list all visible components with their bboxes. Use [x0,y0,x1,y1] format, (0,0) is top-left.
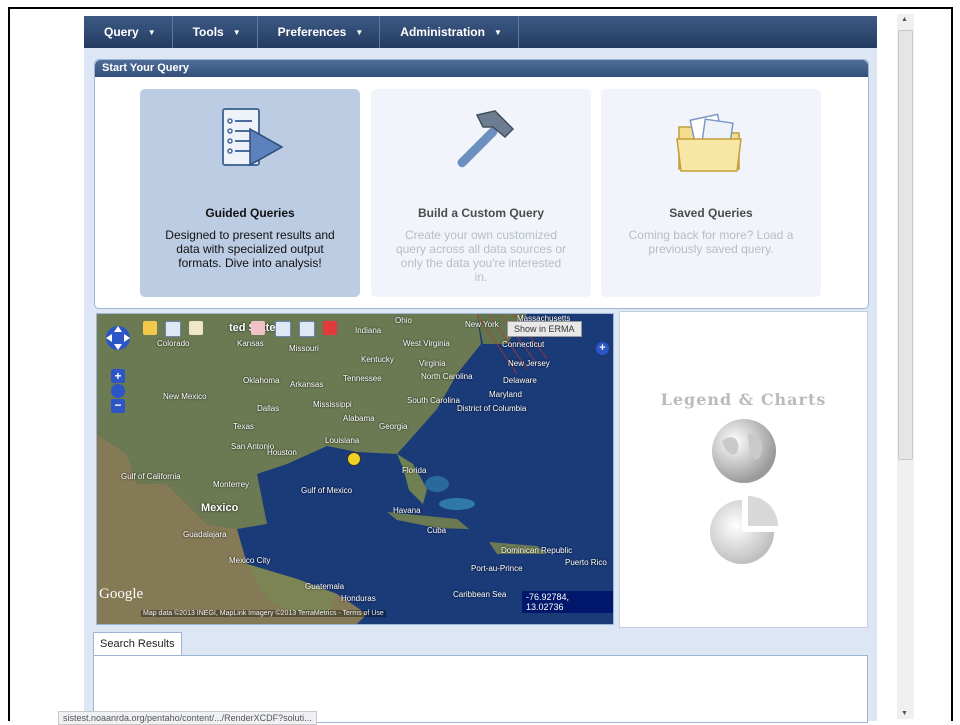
map-label: Connecticut [502,340,545,349]
zoom-in-tool-icon[interactable] [165,321,181,337]
map-view[interactable]: Colorado Kansas Missouri Indiana Ohio Ne… [96,313,614,625]
map-label: Mexico City [229,556,271,565]
saved-queries-card[interactable]: Saved Queries Coming back for more? Load… [601,89,821,297]
map-label: South Carolina [407,396,460,405]
map-label: North Carolina [421,372,473,381]
map-label: Kansas [237,339,264,348]
legend-charts-panel: Legend & Charts [619,311,868,628]
pie-chart-icon [710,496,778,564]
map-label: Dominican Republic [501,546,573,555]
map-label: Arkansas [290,380,324,389]
card-description: Coming back for more? Load a previously … [628,228,794,256]
map-label: Guadalajara [183,530,227,539]
tab-search-results[interactable]: Search Results [93,632,182,656]
select-tool-icon[interactable] [189,321,203,335]
zoom-in-button[interactable]: + [111,369,125,383]
clear-icon[interactable] [323,321,337,335]
map-label: New York [465,320,499,329]
zoom-region-icon[interactable] [275,321,291,337]
map-label: Virginia [419,359,446,368]
scroll-up-icon[interactable]: ▲ [901,16,908,23]
panel-title: Start Your Query [95,60,868,77]
zoom-extent-icon[interactable] [299,321,315,337]
page-scrollbar[interactable]: ▲ ▼ [897,14,914,719]
map-label: Maryland [489,390,522,399]
card-title: Build a Custom Query [417,206,545,220]
map-marker-icon[interactable] [347,452,361,466]
map-label: District of Columbia [457,404,527,413]
map-label: Tennessee [343,374,382,383]
menu-bar: Query ▼ Tools ▼ Preferences ▼ Administratio… [84,16,877,48]
map-label: Monterrey [213,480,250,489]
map-label: Dallas [257,404,280,413]
map-label: Puerto Rico [565,558,607,567]
scrollbar-thumb[interactable] [898,30,913,460]
caret-down-icon: ▼ [355,27,364,37]
map-label: Honduras [341,594,376,603]
map-label: Florida [402,466,427,475]
map-label: Houston [267,448,297,457]
map-label: Gulf of California [121,472,181,481]
map-label: Ohio [395,316,412,325]
custom-query-card[interactable]: Build a Custom Query Create your own cus… [371,89,591,297]
menu-query[interactable]: Query ▼ [84,16,173,48]
coordinate-readout: -76.92784, 13.02736 [522,591,613,613]
card-description: Designed to present results and data wit… [165,228,335,270]
map-label: Mississippi [313,400,352,409]
map-label: Havana [393,506,421,515]
map-label: Alabama [343,414,375,423]
card-description: Create your own customized query across … [395,228,567,284]
map-attribution: Map data ©2013 INEGI, MapLink Imagery ©2… [141,610,386,617]
pan-hand-icon[interactable] [143,321,157,335]
card-title: Saved Queries [669,206,753,220]
map-label: Louisiana [325,436,360,445]
caret-down-icon: ▼ [232,27,241,37]
map-label: Guatemala [305,582,345,591]
map-label: West Virginia [403,339,450,348]
map-label: Cuba [427,526,447,535]
map-label: Delaware [503,376,537,385]
menu-preferences[interactable]: Preferences ▼ [258,16,381,48]
caret-down-icon: ▼ [493,27,502,37]
guided-queries-card[interactable]: Guided Queries Designed to present resul… [140,89,360,297]
legend-title: Legend & Charts [660,390,827,409]
pan-control[interactable] [103,320,133,362]
map-label: Mexico [201,502,239,514]
scroll-down-icon[interactable]: ▼ [901,710,908,717]
folder-icon [676,113,742,172]
google-logo: Google [99,586,144,602]
menu-tools[interactable]: Tools ▼ [173,16,258,48]
caret-down-icon: ▼ [147,27,156,37]
app-page: Query ▼ Tools ▼ Preferences ▼ Administratio… [84,16,877,723]
guided-queries-icon [222,108,284,167]
map-label: Oklahoma [243,376,280,385]
card-title: Guided Queries [205,206,295,220]
globe-icon [712,419,776,483]
menu-administration[interactable]: Administration ▼ [380,16,519,48]
map-label: Kentucky [361,355,394,364]
map-label: Georgia [379,422,408,431]
start-query-panel: Start Your Query Guided Queries Designed… [94,59,869,309]
map-label: Missouri [289,344,319,353]
hammer-icon [457,110,515,168]
map-label: Port-au-Prince [471,564,523,573]
status-bar-url: sistest.noaanrda.org/pentaho/content/...… [58,711,317,725]
map-label: Caribbean Sea [453,590,507,599]
map-label: New Jersey [508,359,550,368]
map-label: Texas [233,422,254,431]
globe-icon[interactable] [111,384,125,398]
layer-switcher-plus-icon[interactable]: + [596,342,609,355]
map-label: Gulf of Mexico [301,486,353,495]
map-label: New Mexico [163,392,207,401]
map-label: Indiana [355,326,382,335]
map-label: Colorado [157,339,190,348]
zoom-out-button[interactable]: − [111,399,125,413]
show-in-erma-button[interactable]: Show in ERMA [507,321,582,337]
draw-tool-icon[interactable] [251,321,265,335]
